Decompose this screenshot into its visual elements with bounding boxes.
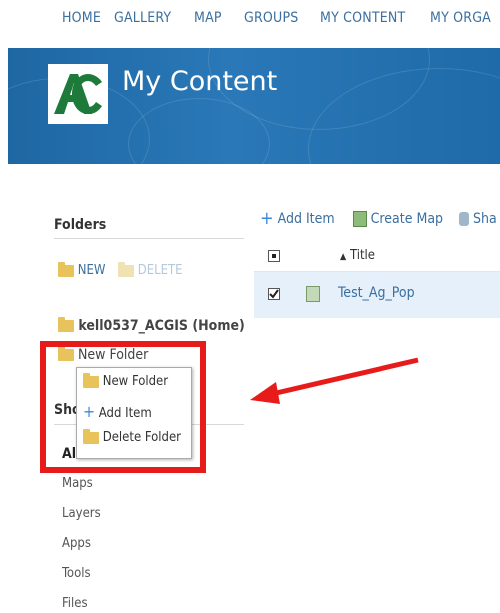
table-row[interactable]: Test_Ag_Pop [254, 272, 500, 318]
share-button[interactable]: Sha [447, 211, 497, 227]
delete-folder-button[interactable]: DELETE [118, 261, 183, 278]
folder-home-label: kell0537_ACGIS (Home) [78, 318, 245, 334]
folder-home[interactable]: kell0537_ACGIS (Home) [58, 317, 245, 334]
page-title: My Content [122, 66, 278, 97]
new-folder-button[interactable]: NEW [58, 261, 106, 278]
title-column-label: Title [349, 248, 375, 263]
create-map-button[interactable]: Create Map [339, 211, 447, 227]
new-folder-label: NEW [77, 263, 106, 278]
delete-folder-label: DELETE [137, 263, 183, 278]
create-map-label: Create Map [370, 211, 444, 227]
add-item-button[interactable]: + Add Item [260, 208, 339, 229]
folder-add-icon [58, 261, 74, 277]
nav-home[interactable]: HOME [62, 10, 101, 26]
select-all-checkbox[interactable] [268, 250, 280, 262]
filter-maps[interactable]: Maps [62, 476, 93, 491]
share-icon [459, 212, 470, 226]
filter-apps[interactable]: Apps [62, 536, 91, 551]
folders-heading: Folders [54, 217, 107, 233]
divider [54, 238, 244, 239]
folder-delete-icon [118, 261, 134, 277]
nav-groups[interactable]: GROUPS [244, 10, 298, 26]
filter-tools[interactable]: Tools [62, 566, 91, 581]
nav-gallery[interactable]: GALLERY [114, 10, 171, 26]
web-map-icon [306, 286, 320, 302]
annotation-arrow-icon [250, 357, 419, 404]
nav-my-content[interactable]: MY CONTENT [320, 10, 405, 26]
folder-icon [58, 317, 74, 332]
add-item-label: Add Item [277, 211, 335, 227]
nav-my-organization[interactable]: MY ORGA [430, 10, 491, 26]
annotation-highlight-box [40, 341, 206, 473]
top-nav: HOME GALLERY MAP GROUPS MY CONTENT MY OR… [0, 0, 500, 36]
sort-ascending-icon: ▲ [340, 252, 347, 262]
filter-layers[interactable]: Layers [62, 506, 101, 521]
plus-icon: + [260, 208, 274, 229]
table-header: ▲ Title [254, 241, 500, 272]
map-icon [352, 211, 367, 227]
filter-files[interactable]: Files [62, 596, 88, 611]
row-checkbox[interactable] [268, 288, 280, 300]
item-title-link[interactable]: Test_Ag_Pop [338, 285, 415, 301]
share-label: Sha [473, 211, 497, 227]
title-column-header[interactable]: ▲ Title [340, 248, 375, 263]
org-logo [48, 64, 108, 124]
nav-map[interactable]: MAP [194, 10, 222, 26]
content-toolbar: + Add Item Create Map Sha [260, 208, 497, 229]
